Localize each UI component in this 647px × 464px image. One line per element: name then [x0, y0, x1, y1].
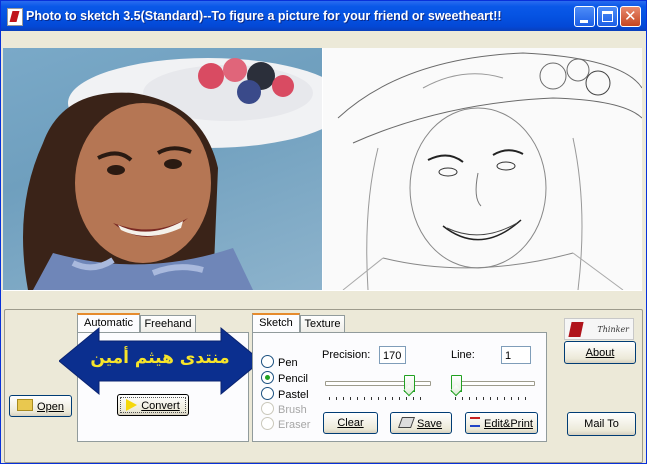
open-button-label: Open	[37, 401, 64, 413]
tool-pen-label: Pen	[278, 357, 298, 369]
save-button[interactable]: Save	[390, 412, 452, 434]
minimize-icon	[580, 20, 588, 23]
line-slider-track	[451, 381, 535, 386]
clear-button-label: Clear	[337, 417, 364, 429]
radio-brush	[261, 402, 274, 415]
tool-brush: Brush	[261, 402, 307, 417]
precision-slider-ticks	[329, 397, 425, 400]
print-icon	[470, 416, 481, 427]
line-slider[interactable]	[451, 375, 535, 405]
maximize-button[interactable]	[597, 6, 618, 27]
tab-sketch-label: Sketch	[259, 317, 293, 329]
tool-pencil[interactable]: Pencil	[261, 371, 308, 386]
mail-to-button[interactable]: Mail To	[567, 412, 636, 436]
save-icon	[397, 416, 415, 428]
folder-icon	[17, 399, 34, 411]
mail-to-button-label: Mail To	[584, 418, 619, 430]
save-button-label: Save	[416, 417, 443, 430]
radio-eraser	[261, 417, 274, 430]
radio-pen[interactable]	[261, 355, 274, 368]
line-slider-thumb[interactable]	[451, 375, 462, 392]
tool-eraser: Eraser	[261, 417, 310, 432]
open-button[interactable]: Open	[9, 395, 72, 417]
precision-label: Precision:	[322, 349, 371, 361]
tab-texture-label: Texture	[304, 318, 341, 330]
edit-print-button[interactable]: Edit&Print	[465, 412, 538, 434]
tool-eraser-label: Eraser	[278, 419, 311, 431]
convert-button-label: Convert	[141, 399, 180, 412]
original-photo-drawing	[23, 58, 322, 290]
title-bar[interactable]: Photo to sketch 3.5(Standard)--To figure…	[1, 1, 646, 31]
watermark-banner: منتدى هيثم أمين	[58, 326, 262, 396]
app-window: Photo to sketch 3.5(Standard)--To figure…	[0, 0, 647, 464]
tool-brush-label: Brush	[278, 404, 307, 416]
precision-input[interactable]: 170	[379, 346, 406, 364]
window-title: Photo to sketch 3.5(Standard)--To figure…	[26, 9, 502, 23]
minimize-button[interactable]	[574, 6, 595, 27]
tool-pastel-label: Pastel	[278, 389, 309, 401]
original-photo[interactable]	[3, 48, 322, 290]
radio-pastel[interactable]	[261, 387, 274, 400]
maximize-icon	[602, 11, 613, 22]
tool-pastel[interactable]: Pastel	[261, 387, 309, 402]
tool-pencil-label: Pencil	[278, 373, 308, 385]
line-slider-ticks	[455, 397, 529, 400]
line-label: Line:	[451, 349, 475, 361]
precision-slider[interactable]	[325, 375, 431, 405]
about-button[interactable]: About	[564, 341, 636, 364]
separator-bar	[3, 290, 642, 311]
sketch-preview[interactable]	[323, 48, 642, 290]
radio-pencil[interactable]	[261, 371, 274, 384]
play-icon	[126, 398, 138, 411]
thinker-software-logo: Thinker Software	[564, 318, 634, 356]
watermark-text: منتدى هيثم أمين	[90, 348, 230, 368]
line-input[interactable]: 1	[501, 346, 531, 364]
about-button-label: About	[585, 346, 615, 359]
app-icon[interactable]	[7, 8, 23, 26]
precision-slider-track	[325, 381, 431, 386]
edit-print-button-label: Edit&Print	[484, 417, 533, 430]
clear-button[interactable]: Clear	[323, 412, 378, 434]
close-button[interactable]: ✕	[620, 6, 641, 27]
convert-button[interactable]: Convert	[117, 394, 189, 416]
sketch-drawing	[337, 52, 642, 290]
tab-sketch[interactable]: Sketch	[252, 313, 300, 333]
tool-pen[interactable]: Pen	[261, 355, 298, 370]
image-stage	[3, 48, 642, 290]
logo-mark-icon	[568, 322, 584, 337]
precision-slider-thumb[interactable]	[404, 375, 415, 392]
close-icon: ✕	[624, 7, 637, 25]
